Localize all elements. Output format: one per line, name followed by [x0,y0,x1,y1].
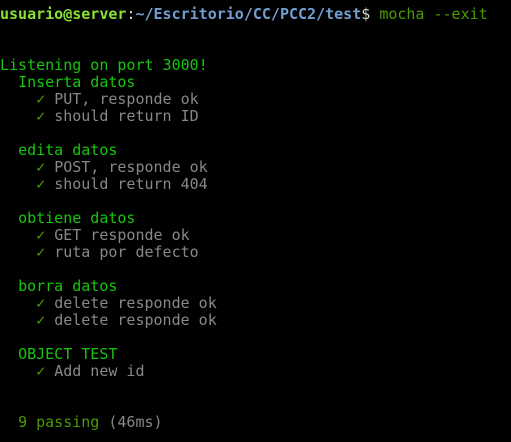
suite-title: edita datos [0,142,511,159]
test-title: PUT, responde ok [54,90,199,108]
command: mocha --exit [379,5,488,23]
duration: (46ms) [108,413,163,431]
test-result: ✓ ruta por defecto [0,244,511,261]
prompt-symbol: $ [361,5,371,23]
prompt-line: usuario@server:~/Escritorio/CC/PCC2/test… [0,6,511,23]
test-result: ✓ should return ID [0,108,511,125]
suite-title-text: edita datos [18,141,118,159]
test-result: ✓ PUT, responde ok [0,91,511,108]
check-icon: ✓ [36,107,46,125]
check-icon: ✓ [36,311,46,329]
current-path: ~/Escritorio/CC/PCC2/test [135,5,362,23]
suite-title-text: obtiene datos [18,209,136,227]
test-result: ✓ POST, responde ok [0,159,511,176]
test-title: Add new id [54,362,145,380]
test-title: GET responde ok [54,226,190,244]
check-icon: ✓ [36,362,46,380]
server-message: Listening on port 3000! [0,56,208,74]
test-result: ✓ delete responde ok [0,295,511,312]
test-title: delete responde ok [54,294,217,312]
test-result: ✓ GET responde ok [0,227,511,244]
test-title: ruta por defecto [54,243,199,261]
suite-title: Inserta datos [0,74,511,91]
test-title: should return ID [54,107,199,125]
check-icon: ✓ [36,226,46,244]
summary-line: 9 passing (46ms) [0,414,511,431]
test-title: delete responde ok [54,311,217,329]
test-result: ✓ delete responde ok [0,312,511,329]
terminal-window[interactable]: usuario@server:~/Escritorio/CC/PCC2/test… [0,0,511,431]
check-icon: ✓ [36,243,46,261]
suite-title: OBJECT TEST [0,346,511,363]
suite-title-text: borra datos [18,277,118,295]
test-result: ✓ Add new id [0,363,511,380]
passing-count: 9 passing [18,413,100,431]
test-title: should return 404 [54,175,208,193]
test-title: POST, responde ok [54,158,208,176]
check-icon: ✓ [36,175,46,193]
check-icon: ✓ [36,294,46,312]
suite-title-text: Inserta datos [18,73,136,91]
suite-title: obtiene datos [0,210,511,227]
check-icon: ✓ [36,90,46,108]
suite-title: borra datos [0,278,511,295]
test-result: ✓ should return 404 [0,176,511,193]
user-host: usuario@server [0,5,127,23]
check-icon: ✓ [36,158,46,176]
suite-title-text: OBJECT TEST [18,345,118,363]
